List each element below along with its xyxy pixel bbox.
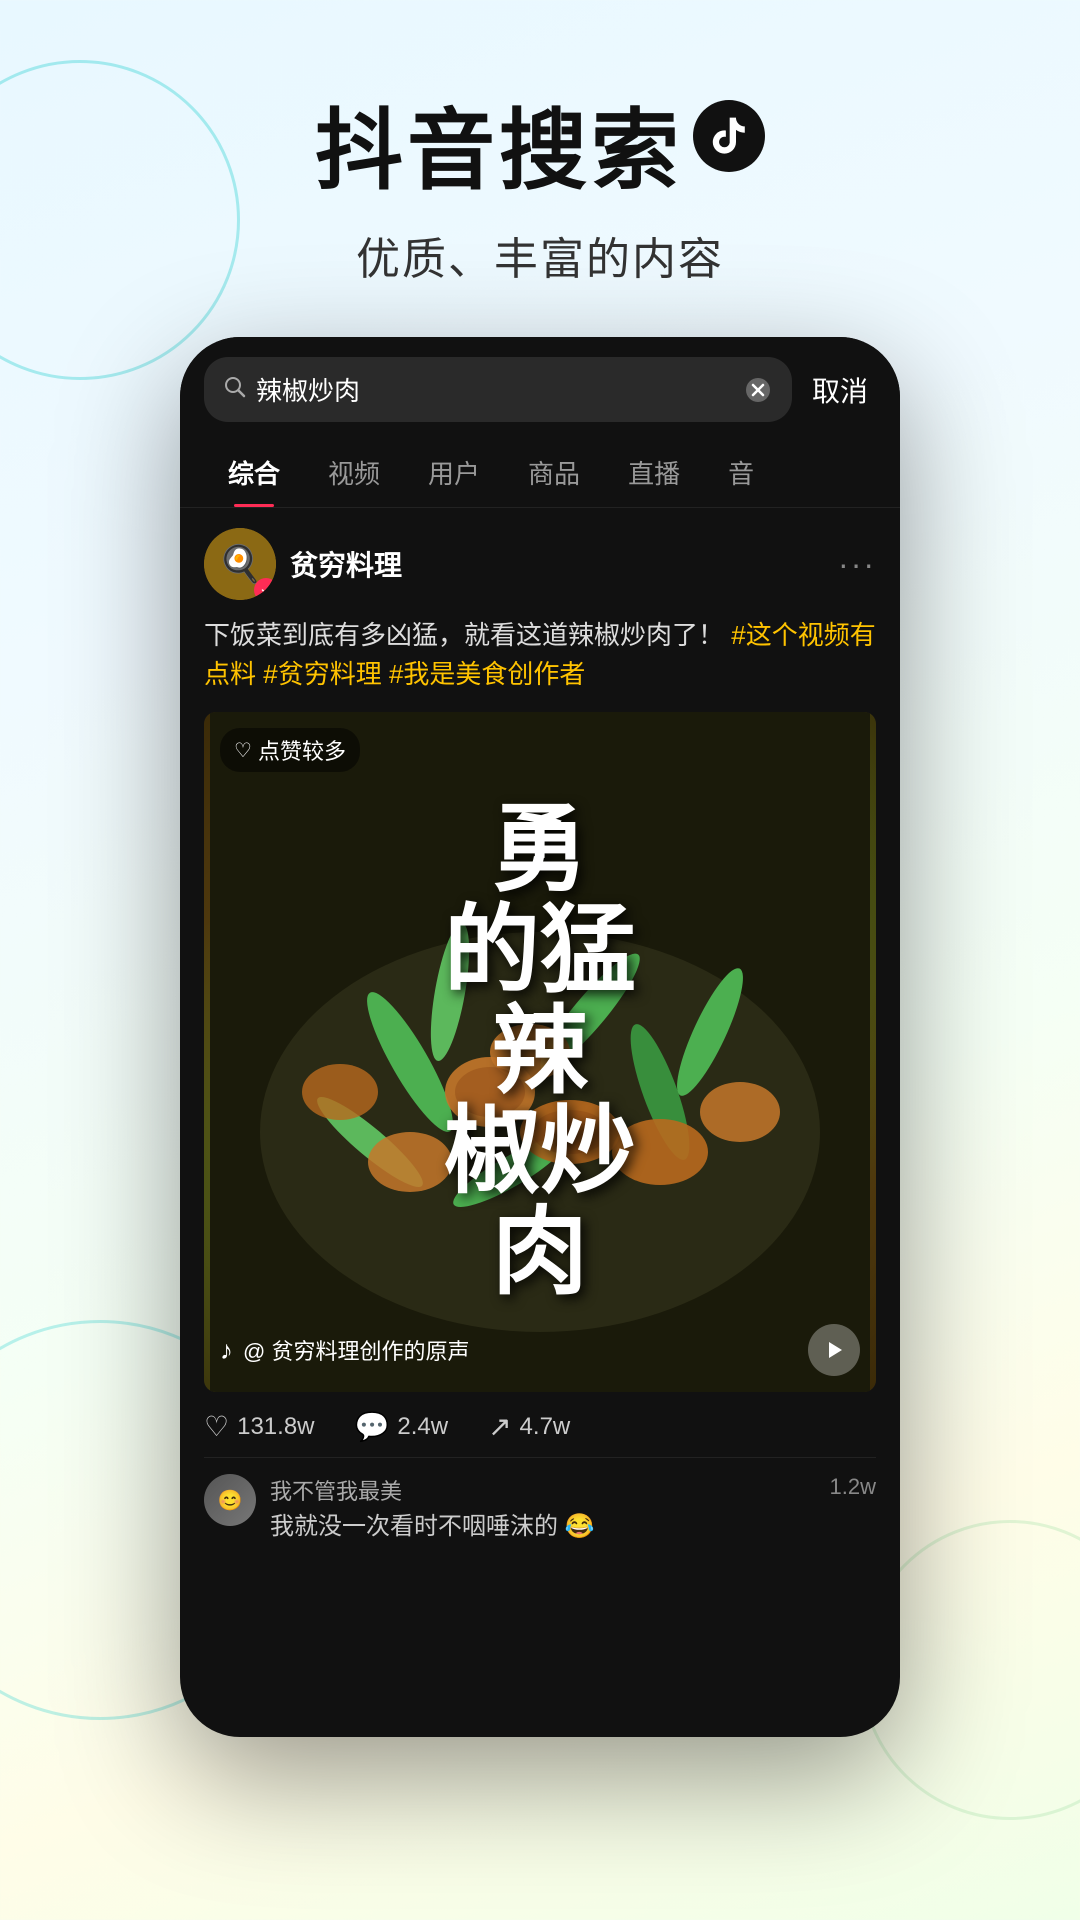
post-user-row: 🍳 贫穷料理 ··· [204,528,876,600]
user-avatar[interactable]: 🍳 [204,528,276,600]
commenter-name: 我不管我最美 [270,1474,816,1506]
tab-comprehensive[interactable]: 综合 [204,438,304,507]
likes-badge: ♡ 点赞较多 [220,728,360,772]
heart-icon: ♡ [234,738,252,763]
stat-shares[interactable]: ↗ 4.7w [488,1410,570,1443]
verified-icon [259,583,273,597]
user-info: 🍳 贫穷料理 [204,528,402,600]
tab-video[interactable]: 视频 [304,438,404,507]
video-inner: 勇的猛辣椒炒肉 ♡ 点赞较多 ♪ @ 贫穷料理创作的原声 [204,712,876,1392]
search-icon [222,374,246,405]
likes-count: 131.8w [237,1413,314,1441]
video-overlay-text: 勇的猛辣椒炒肉 [204,712,876,1392]
title-text: 抖音搜索 [315,80,683,207]
search-query-text: 辣椒炒肉 [256,371,732,408]
comment-like-count: 1.2w [830,1474,876,1500]
sound-bar: ♪ @ 贫穷料理创作的原声 [220,1324,860,1376]
comments-count: 2.4w [397,1413,448,1441]
tab-user[interactable]: 用户 [404,438,504,507]
comment-preview: 😊 我不管我最美 我就没一次看时不咽唾沫的 😂 1.2w [204,1458,876,1544]
tab-product[interactable]: 商品 [504,438,604,507]
tiktok-note-icon: ♪ [220,1335,233,1366]
tiktok-svg [707,114,751,158]
commenter-avatar: 😊 [204,1474,256,1526]
search-clear-button[interactable] [742,374,774,406]
phone-mockup: 辣椒炒肉 取消 综合 视频 用户 [180,337,900,1737]
search-cancel-button[interactable]: 取消 [804,370,876,410]
hashtag-2[interactable]: #贫穷料理 [263,659,381,689]
svg-text:🍳: 🍳 [218,543,263,585]
search-input-wrap[interactable]: 辣椒炒肉 [204,357,792,422]
likes-badge-text: 点赞较多 [258,734,346,766]
tab-live[interactable]: 直播 [604,438,704,507]
username-text: 贫穷料理 [290,544,402,584]
stat-comments[interactable]: 💬 2.4w [355,1410,449,1443]
shares-count: 4.7w [520,1413,571,1441]
play-icon [823,1339,845,1361]
phone-wrapper: 辣椒炒肉 取消 综合 视频 用户 [0,337,1080,1737]
search-content: 🍳 贫穷料理 ··· 下饭菜到底有多凶猛，就看这道辣椒炒 [180,508,900,1576]
verified-badge [254,578,276,600]
more-options-button[interactable]: ··· [838,546,876,583]
sound-info: ♪ @ 贫穷料理创作的原声 [220,1334,469,1366]
tiktok-logo-icon [693,100,765,172]
main-title: 抖音搜索 [0,80,1080,207]
header-section: 抖音搜索 优质、丰富的内容 [0,0,1080,337]
comment-content: 我不管我最美 我就没一次看时不咽唾沫的 😂 [270,1474,816,1544]
comment-icon: 💬 [355,1410,390,1443]
subtitle-text: 优质、丰富的内容 [0,223,1080,287]
play-button[interactable] [808,1324,860,1376]
search-tabs: 综合 视频 用户 商品 直播 音 [180,438,900,508]
like-icon: ♡ [204,1410,229,1443]
stats-row: ♡ 131.8w 💬 2.4w ↗ 4.7w [204,1392,876,1458]
video-chinese-title: 勇的猛辣椒炒肉 [424,800,656,1304]
post-description: 下饭菜到底有多凶猛，就看这道辣椒炒肉了！ #这个视频有点料 #贫穷料理 #我是美… [204,616,876,694]
search-bar: 辣椒炒肉 取消 [180,337,900,438]
video-thumbnail[interactable]: 勇的猛辣椒炒肉 ♡ 点赞较多 ♪ @ 贫穷料理创作的原声 [204,712,876,1392]
share-icon: ↗ [488,1410,511,1443]
comment-row: 😊 我不管我最美 我就没一次看时不咽唾沫的 😂 1.2w [204,1474,876,1544]
sound-text: @ 贫穷料理创作的原声 [243,1334,469,1366]
comment-text: 我就没一次看时不咽唾沫的 😂 [270,1510,816,1544]
hashtag-3[interactable]: #我是美食创作者 [389,659,585,689]
tab-audio[interactable]: 音 [704,438,778,507]
stat-likes[interactable]: ♡ 131.8w [204,1410,315,1443]
